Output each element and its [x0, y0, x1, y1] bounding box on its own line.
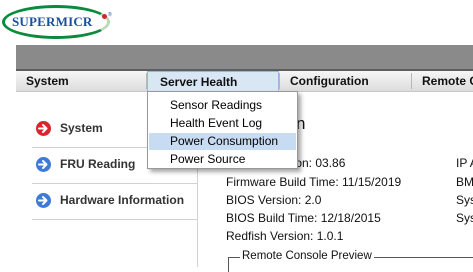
redfish-version: Redfish Version: 1.0.1: [226, 229, 344, 243]
sidebar-item-label: Hardware Information: [60, 193, 185, 207]
arrow-right-icon: [36, 193, 51, 208]
remote-console-preview-legend: Remote Console Preview: [240, 250, 374, 262]
arrow-right-icon: [36, 121, 51, 136]
dropdown-item-power-consumption[interactable]: Power Consumption: [149, 133, 296, 150]
ip-address-label: IP A: [456, 156, 473, 170]
sidebar-divider: [32, 183, 197, 184]
dropdown-item-sensor-readings[interactable]: Sensor Readings: [149, 97, 296, 114]
sidebar-item-label: FRU Reading: [60, 157, 136, 171]
sidebar-item-label: System: [60, 121, 103, 135]
dropdown-item-power-source[interactable]: Power Source: [149, 151, 296, 168]
supermicro-logo: SUPERMICR ®: [0, 0, 130, 44]
menu-system[interactable]: System: [16, 71, 146, 91]
firmware-build-time: Firmware Build Time: 11/15/2019: [226, 175, 402, 189]
server-health-dropdown: Sensor Readings Health Event Log Power C…: [147, 91, 298, 169]
menu-server-health[interactable]: Server Health: [147, 71, 279, 91]
sidebar-divider: [32, 219, 197, 220]
menu-remote-control[interactable]: Remote C: [412, 71, 473, 91]
dropdown-item-health-event-log[interactable]: Health Event Log: [149, 115, 296, 132]
arrow-right-icon: [36, 157, 51, 172]
menu-configuration[interactable]: Configuration: [279, 71, 411, 91]
system-label-2: Sys: [456, 211, 473, 225]
bios-version: BIOS Version: 2.0: [226, 193, 322, 207]
header-banner: [16, 45, 473, 69]
logo-registered-mark: ®: [108, 12, 112, 18]
logo-red-dot: [102, 14, 107, 19]
bmc-label: BM: [456, 175, 473, 189]
logo-text: SUPERMICR: [12, 14, 93, 29]
bios-build-time: BIOS Build Time: 12/18/2015: [226, 211, 381, 225]
main-menu-bar: System Server Health Configuration Remot…: [16, 71, 473, 92]
system-label: Sys: [456, 193, 473, 207]
